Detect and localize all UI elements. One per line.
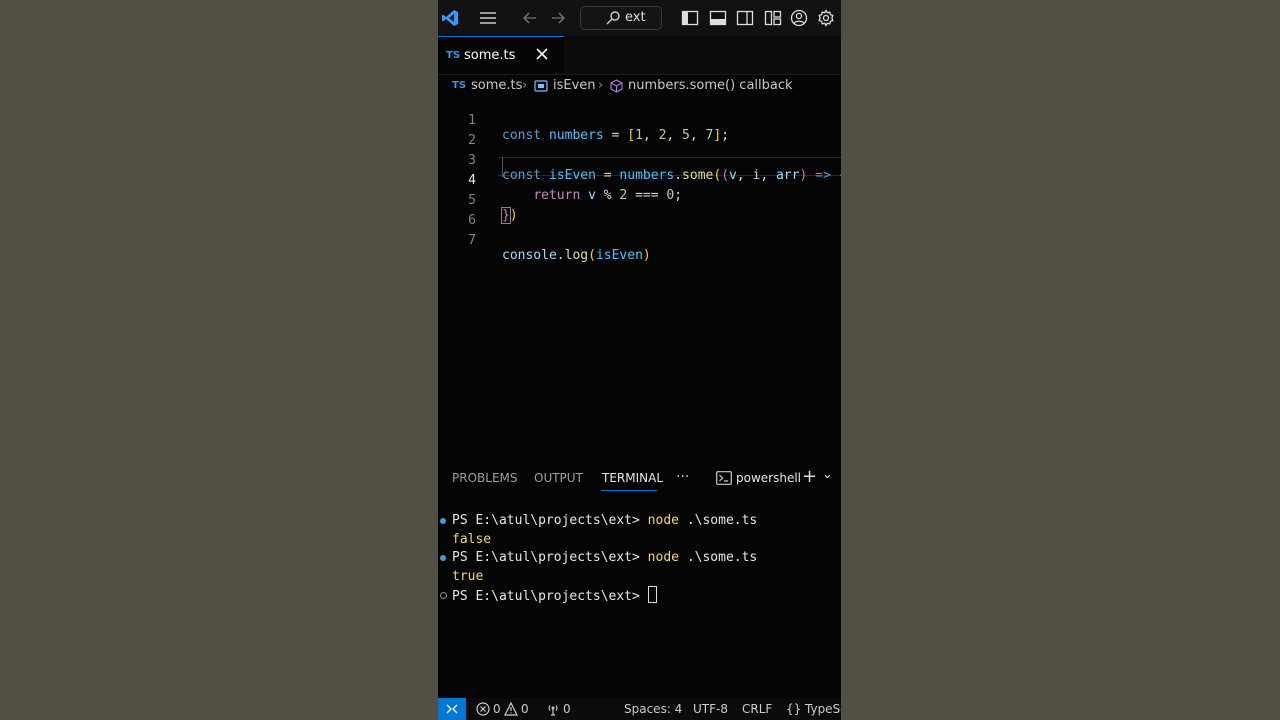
new-terminal-button[interactable]: + [802,466,817,487]
tab-some-ts[interactable]: TS some.ts [438,36,564,74]
command-arg: .\some.ts [686,513,758,528]
typescript-file-icon: TS [446,50,461,61]
end-of-line-setting[interactable]: CRLF [742,702,772,716]
panel-tab-bar: PROBLEMS OUTPUT TERMINAL ··· powershell … [438,466,841,492]
active-tab-indicator [601,490,657,491]
terminal-name[interactable]: powershell [736,471,801,485]
indentation-setting[interactable]: Spaces: 4 [624,702,682,716]
method-cube-icon [610,79,623,93]
terminal-output[interactable]: PS E:\atul\projects\ext> node .\some.ts … [438,512,841,612]
menu-icon[interactable] [478,8,498,28]
vscode-window: ext TS some.ts TS some.ts › isEven › num… [438,0,841,720]
breadcrumb-separator: › [522,78,528,93]
terminal-dropdown-chevron[interactable]: ⌄ [822,467,833,482]
toggle-secondary-sidebar-icon[interactable] [735,8,755,28]
terminal-line: false [452,531,491,549]
tab-output[interactable]: OUTPUT [534,471,583,485]
vscode-logo-icon [442,10,458,26]
terminal-line: PS E:\atul\projects\ext> [452,586,657,604]
warning-count[interactable]: 0 [521,702,529,716]
customize-layout-icon[interactable] [763,8,783,28]
prompt: PS E:\atul\projects\ext> [452,550,640,565]
code-line: 6 [438,196,841,228]
code-editor[interactable]: 1 const numbers = [1, 2, 5, 7]; 2 3 cons… [438,96,841,456]
title-bar: ext [438,0,841,36]
output-true: true [452,569,484,584]
ports-count[interactable]: 0 [563,702,571,716]
terminal-line: PS E:\atul\projects\ext> node .\some.ts [452,549,757,567]
command-success-decoration[interactable] [440,555,446,561]
typescript-file-icon: TS [452,80,467,91]
code-line: 3 const isEven = numbers.some((v, i, arr… [438,136,841,183]
settings-gear-icon[interactable] [816,8,836,28]
editor-tab-bar: TS some.ts [438,36,841,75]
close-icon[interactable] [536,48,548,60]
variable-symbol-icon [534,80,548,92]
command: node [647,513,679,528]
back-arrow-icon[interactable] [520,8,540,28]
status-bar: 0 0 0 Spaces: 4 UTF-8 CRLF {} TypeScript [438,698,841,720]
code-text: console.log(isEven) [502,248,651,263]
more-actions-button[interactable]: ··· [676,469,689,485]
remote-icon [446,704,458,714]
command-arg: .\some.ts [686,550,758,565]
terminal-cursor [647,586,657,603]
line-number: 7 [468,233,476,248]
tab-terminal[interactable]: TERMINAL [602,471,663,485]
command: node [647,550,679,565]
breadcrumb-separator: › [598,78,604,93]
output-false: false [452,532,492,547]
error-count[interactable]: 0 [493,702,501,716]
code-line: 5 }) [438,176,841,224]
terminal-icon [716,471,732,485]
breadcrumb-symbol-callback[interactable]: numbers.some() callback [628,78,793,93]
command-success-decoration[interactable] [440,518,446,524]
warning-icon [504,702,518,716]
ports-broadcast-icon [548,705,558,716]
code-line: 7 console.log(isEven) [438,216,841,263]
breadcrumb: TS some.ts › isEven › numbers.some() cal… [438,76,841,96]
code-line: 1 const numbers = [1, 2, 5, 7]; [438,96,841,143]
prompt: PS E:\atul\projects\ext> [452,513,640,528]
toggle-primary-sidebar-icon[interactable] [680,8,700,28]
tab-label: some.ts [464,48,516,63]
breadcrumb-symbol-iseven[interactable]: isEven [553,78,596,93]
encoding-setting[interactable]: UTF-8 [693,702,728,716]
command-center-search[interactable]: ext [580,6,662,30]
prompt: PS E:\atul\projects\ext> [452,589,640,604]
terminal-line: PS E:\atul\projects\ext> node .\some.ts [452,512,757,530]
error-icon [476,702,490,716]
command-pending-decoration [440,592,447,599]
remote-indicator-button[interactable] [438,698,466,720]
toggle-panel-icon[interactable] [708,8,728,28]
tab-problems[interactable]: PROBLEMS [452,471,518,485]
language-mode[interactable]: TypeScript [805,702,841,716]
search-icon [606,11,620,25]
code-line: 4 return v % 2 === 0; [438,156,841,203]
breadcrumb-file[interactable]: some.ts [471,78,522,93]
accounts-icon[interactable] [789,8,809,28]
terminal-line: true [452,568,483,586]
language-status-braces[interactable]: {} [786,702,801,716]
search-text: ext [625,10,646,25]
forward-arrow-icon[interactable] [548,8,568,28]
code-line: 2 [438,116,841,148]
